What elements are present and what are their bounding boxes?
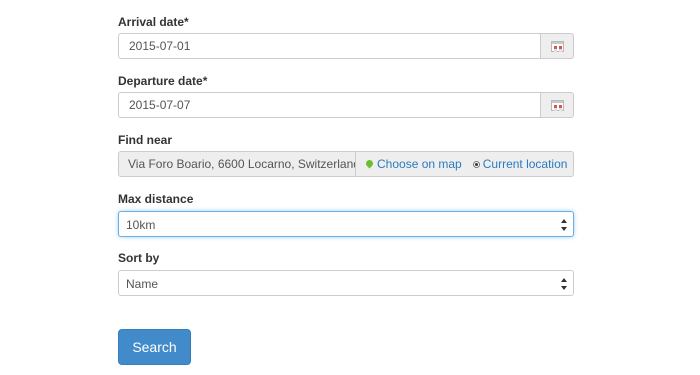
departure-date-label: Departure date* bbox=[118, 74, 208, 88]
find-near-options: Choose on map Current location bbox=[356, 151, 574, 177]
select-arrows-icon bbox=[561, 219, 568, 231]
choose-on-map-label: Choose on map bbox=[377, 157, 462, 171]
current-location-label: Current location bbox=[482, 157, 568, 171]
sort-by-value: Name bbox=[126, 277, 159, 291]
departure-date-group: 2015-07-07 bbox=[118, 92, 574, 118]
calendar-icon bbox=[550, 99, 564, 111]
search-button[interactable]: Search bbox=[118, 329, 191, 365]
map-pin-icon bbox=[364, 158, 375, 168]
arrival-date-picker-button[interactable] bbox=[541, 33, 574, 59]
max-distance-label: Max distance bbox=[118, 192, 194, 206]
arrival-date-label: Arrival date* bbox=[118, 15, 189, 29]
arrival-date-group: 2015-07-01 bbox=[118, 33, 574, 59]
max-distance-select[interactable]: 10km bbox=[118, 211, 574, 237]
max-distance-value: 10km bbox=[126, 218, 156, 232]
arrival-date-input[interactable]: 2015-07-01 bbox=[118, 33, 541, 59]
departure-date-picker-button[interactable] bbox=[541, 92, 574, 118]
find-near-group: Via Foro Boario, 6600 Locarno, Switzerla… bbox=[118, 151, 574, 177]
find-near-input[interactable]: Via Foro Boario, 6600 Locarno, Switzerla… bbox=[118, 151, 356, 177]
target-icon bbox=[472, 160, 480, 168]
sort-by-label: Sort by bbox=[118, 251, 160, 265]
sort-by-select[interactable]: Name bbox=[118, 270, 574, 296]
calendar-icon bbox=[550, 40, 564, 52]
departure-date-input[interactable]: 2015-07-07 bbox=[118, 92, 541, 118]
find-near-label: Find near bbox=[118, 133, 173, 147]
select-arrows-icon bbox=[561, 278, 568, 290]
current-location-link[interactable]: Current location bbox=[462, 157, 568, 171]
choose-on-map-link[interactable]: Choose on map bbox=[364, 157, 462, 171]
